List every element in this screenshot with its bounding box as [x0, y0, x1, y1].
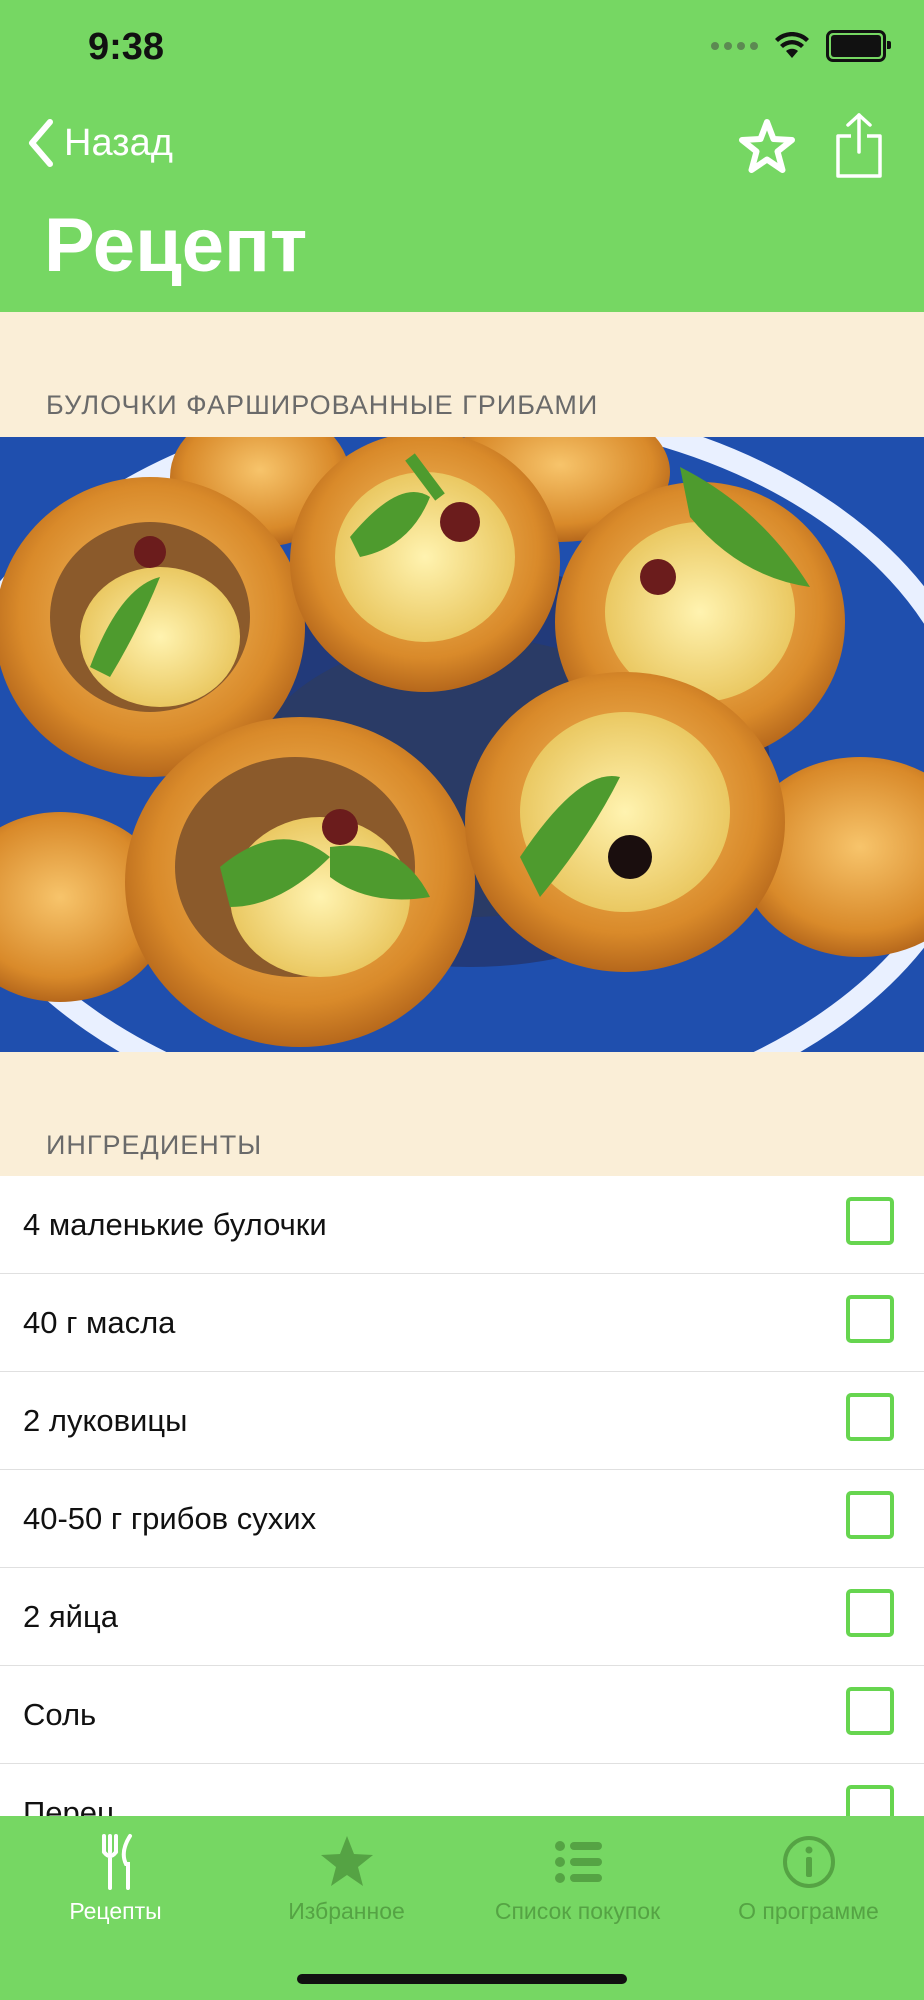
recipe-photo [0, 437, 924, 1052]
ingredient-checkbox[interactable] [846, 1687, 894, 1735]
ingredient-label: 40-50 г грибов сухих [23, 1500, 317, 1536]
recipe-name: БУЛОЧКИ ФАРШИРОВАННЫЕ ГРИБАМИ [46, 390, 599, 420]
tab-label: О программе [738, 1898, 879, 1924]
page-title: Рецепт [44, 203, 308, 288]
wifi-icon [775, 32, 809, 58]
tab-about[interactable]: О программе [693, 1816, 924, 1946]
tab-shopping-list[interactable]: Список покупок [462, 1816, 693, 1946]
ingredient-checkbox[interactable] [846, 1589, 894, 1637]
back-button[interactable]: Назад [26, 118, 173, 168]
chevron-left-icon [29, 119, 53, 167]
list-item[interactable]: 2 яйца [0, 1568, 924, 1666]
ingredient-checkbox[interactable] [846, 1393, 894, 1441]
ingredient-checkbox[interactable] [846, 1295, 894, 1343]
ingredient-checkbox[interactable] [846, 1785, 894, 1816]
ingredient-label: 4 маленькие булочки [23, 1206, 327, 1242]
list-item[interactable]: 40-50 г грибов сухих [0, 1470, 924, 1568]
favorite-star-icon[interactable] [738, 118, 796, 176]
tab-bar: Рецепты Избранное Список покупок О прогр… [0, 1816, 924, 2000]
ingredient-checkbox[interactable] [846, 1197, 894, 1245]
list-item[interactable]: 2 луковицы [0, 1372, 924, 1470]
signal-icon [711, 42, 758, 50]
navigation-header: 9:38 Назад Рецепт [0, 0, 924, 312]
list-item[interactable]: Перец [0, 1764, 924, 1816]
home-indicator [297, 1974, 627, 1984]
status-icons [711, 30, 891, 62]
list-item[interactable]: Соль [0, 1666, 924, 1764]
ingredient-label: 2 луковицы [23, 1402, 188, 1438]
tab-label: Избранное [288, 1898, 405, 1924]
ingredient-label: 2 яйца [23, 1598, 118, 1634]
ingredient-checkbox[interactable] [846, 1491, 894, 1539]
ingredient-label: Соль [23, 1696, 97, 1732]
ingredients-section-title: ИНГРЕДИЕНТЫ [46, 1130, 263, 1160]
back-label: Назад [64, 121, 173, 164]
tab-recipes[interactable]: Рецепты [0, 1816, 231, 1946]
star-icon [320, 1836, 373, 1886]
ingredient-label: 40 г масла [23, 1304, 176, 1340]
list-item[interactable]: 40 г масла [0, 1274, 924, 1372]
battery-icon [826, 30, 891, 62]
ingredient-label: Перец [23, 1794, 115, 1817]
status-time: 9:38 [88, 26, 165, 68]
fork-knife-icon [101, 1834, 132, 1890]
list-item[interactable]: 4 маленькие булочки [0, 1176, 924, 1274]
info-icon [782, 1836, 835, 1888]
tab-label: Список покупок [494, 1898, 661, 1924]
ingredients-list: 4 маленькие булочки 40 г масла 2 луковиц… [0, 1176, 924, 1816]
share-icon[interactable] [834, 112, 884, 180]
tab-favorites[interactable]: Избранное [231, 1816, 462, 1946]
list-icon [554, 1841, 602, 1883]
tab-label: Рецепты [69, 1898, 162, 1924]
